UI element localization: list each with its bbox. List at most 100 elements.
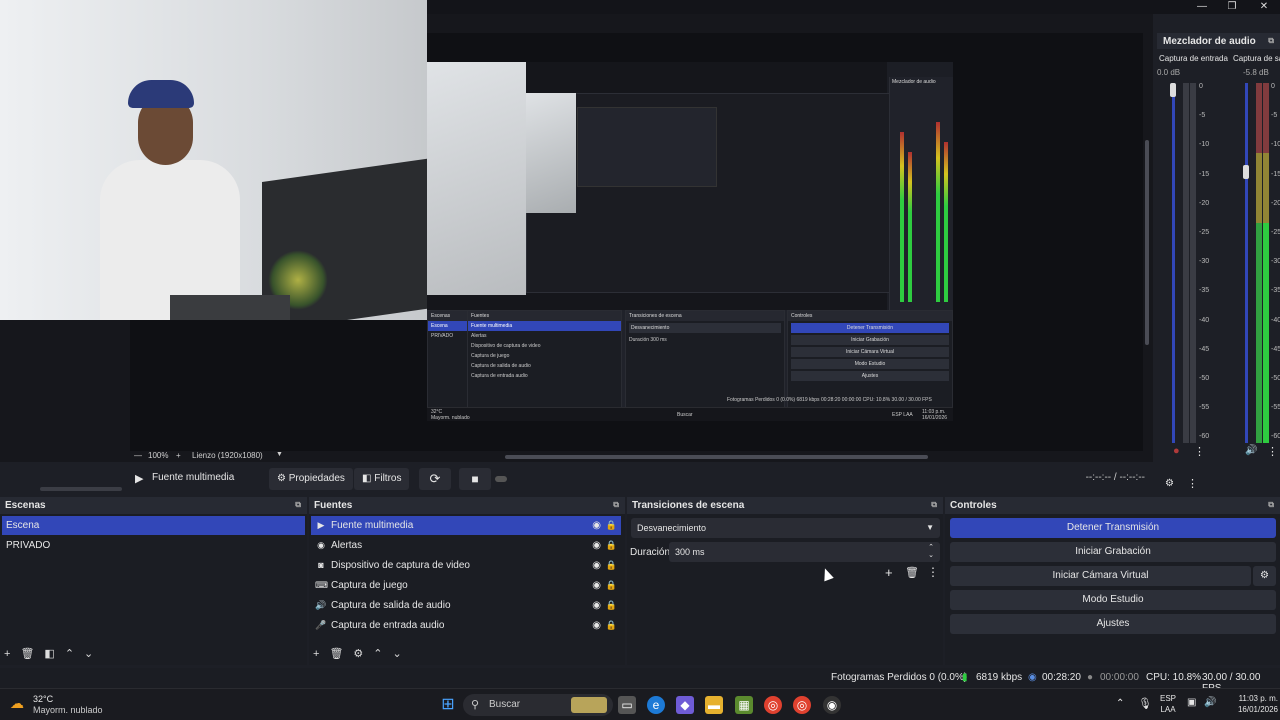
chevron-down-icon[interactable]: ⌄	[928, 546, 934, 566]
clock-time[interactable]: 11:03 p. m.	[1222, 694, 1278, 703]
taskbar-search[interactable]: ⚲ Buscar	[463, 694, 613, 716]
minecraft-icon[interactable]: ▦	[735, 696, 753, 714]
add-icon[interactable]: +	[4, 648, 10, 660]
undock-icon[interactable]: ⧉	[295, 500, 301, 510]
filter-icon[interactable]: ◧	[44, 648, 54, 660]
source-item[interactable]: ▶ Fuente multimedia ◉ 🔒	[311, 516, 621, 535]
preview-vscrollbar[interactable]	[1145, 140, 1149, 345]
visibility-eye-icon[interactable]: ◉	[592, 536, 601, 555]
task-view-icon[interactable]: ▭	[618, 696, 636, 714]
mute-icon[interactable]: ●	[1173, 445, 1180, 457]
weather-temp[interactable]: 32°C	[33, 694, 53, 704]
meter-tick-label: -5	[1199, 112, 1206, 120]
minimize-button[interactable]: —	[1186, 0, 1218, 14]
lock-icon[interactable]: 🔒	[606, 596, 617, 615]
virtual-camera-settings-button[interactable]: ⚙	[1253, 566, 1276, 586]
mixer-ch1-fader-handle[interactable]	[1170, 83, 1176, 97]
meter-tick-label: -5	[1271, 112, 1278, 120]
source-item[interactable]: 🎤 Captura de entrada audio ◉ 🔒	[311, 616, 621, 635]
source-item[interactable]: ⌨ Captura de juego ◉ 🔒	[311, 576, 621, 595]
lock-icon[interactable]: 🔒	[606, 616, 617, 635]
weather-icon[interactable]: ☁	[10, 695, 24, 712]
chevron-down-icon[interactable]: ⌄	[393, 648, 402, 660]
restart-media-button[interactable]: ⟳	[419, 468, 451, 490]
media-seek-slider[interactable]	[495, 476, 507, 482]
lock-icon[interactable]: 🔒	[606, 576, 617, 595]
chrome-icon[interactable]: ◎	[764, 696, 782, 714]
settings-button[interactable]: Ajustes	[950, 614, 1276, 634]
filters-button[interactable]: ◧ Filtros	[354, 468, 410, 490]
add-icon[interactable]: +	[885, 565, 893, 580]
chevron-down-icon[interactable]: ⌄	[84, 648, 93, 660]
studio-mode-button[interactable]: Modo Estudio	[950, 590, 1276, 610]
preview-hscrollbar[interactable]	[505, 455, 928, 459]
chrome-icon-2[interactable]: ◎	[793, 696, 811, 714]
more-vert-icon[interactable]: ⋮	[1194, 445, 1205, 458]
trash-icon[interactable]: 🗑	[905, 566, 919, 579]
copilot-icon[interactable]: ◆	[676, 696, 694, 714]
speaker-icon[interactable]: 🔊	[1245, 445, 1257, 456]
taskbar-search-text: Buscar	[489, 699, 521, 710]
lock-icon[interactable]: 🔒	[606, 536, 617, 555]
stop-media-button[interactable]: ■	[459, 468, 491, 490]
network-icon[interactable]: ▣	[1187, 697, 1196, 708]
sources-dock: Fuentes ⧉ ▶ Fuente multimedia ◉ 🔒 ◉ Alertas ◉ 🔒 ◙…	[309, 497, 625, 665]
file-explorer-icon[interactable]: ▬	[705, 696, 723, 714]
mixer-ch1-fader-track[interactable]	[1172, 83, 1175, 443]
source-item[interactable]: ◉ Alertas ◉ 🔒	[311, 536, 621, 555]
undock-icon[interactable]: ⧉	[931, 500, 937, 510]
visibility-eye-icon[interactable]: ◉	[592, 556, 601, 575]
mixer-ch2-fader-handle[interactable]	[1243, 165, 1249, 179]
add-icon[interactable]: +	[313, 648, 319, 660]
more-vert-icon[interactable]: ⋮	[927, 565, 939, 579]
weather-desc[interactable]: Mayorm. nublado	[33, 705, 103, 715]
visibility-eye-icon[interactable]: ◉	[592, 596, 601, 615]
nested-ctrl-1: Iniciar Grabación	[791, 335, 949, 345]
obs-icon[interactable]: ◉	[823, 696, 841, 714]
nested-weather-desc: Mayorm. nublado	[431, 415, 470, 421]
edge-icon[interactable]: e	[647, 696, 665, 714]
windows-start-icon[interactable]: ⊞	[439, 696, 457, 714]
undock-icon[interactable]: ⧉	[1268, 36, 1274, 46]
start-virtual-camera-button[interactable]: Iniciar Cámara Virtual	[950, 566, 1251, 586]
stop-streaming-button[interactable]: Detener Transmisión	[950, 518, 1276, 538]
duration-spinbox[interactable]: 300 ms ⌃ ⌄	[669, 542, 940, 562]
language-bottom[interactable]: LAA	[1158, 705, 1178, 714]
more-vert-icon[interactable]: ⋮	[1267, 445, 1278, 458]
microphone-icon[interactable]: 🎙	[1138, 697, 1152, 710]
start-recording-button[interactable]: Iniciar Grabación	[950, 542, 1276, 562]
play-icon[interactable]: ▶	[135, 472, 143, 485]
visibility-eye-icon[interactable]: ◉	[592, 616, 601, 635]
meter-tick-label: -55	[1271, 404, 1280, 412]
transition-select[interactable]: Desvanecimiento ▼	[631, 518, 940, 538]
source-item[interactable]: 🔊 Captura de salida de audio ◉ 🔒	[311, 596, 621, 615]
zoom-in-button[interactable]: +	[176, 451, 181, 460]
chevron-down-icon[interactable]: ▼	[276, 451, 283, 458]
zoom-out-button[interactable]: —	[134, 451, 142, 460]
scene-item[interactable]: PRIVADO	[2, 536, 305, 555]
more-vert-icon[interactable]: ⋮	[1187, 477, 1198, 490]
language-top[interactable]: ESP	[1158, 694, 1178, 703]
trash-icon[interactable]: 🗑	[20, 648, 34, 660]
lock-icon[interactable]: 🔒	[606, 556, 617, 575]
scene-item[interactable]: Escena	[2, 516, 305, 535]
maximize-button[interactable]: ❐	[1216, 0, 1248, 14]
chevron-up-icon[interactable]: ⌃	[65, 648, 74, 660]
chevron-up-icon[interactable]: ⌃	[373, 648, 382, 660]
left-scrollbar[interactable]	[40, 487, 122, 491]
mixer-ch2-fader-track[interactable]	[1245, 83, 1248, 443]
gear-icon[interactable]: ⚙	[353, 648, 363, 660]
undock-icon[interactable]: ⧉	[1268, 500, 1274, 510]
undock-icon[interactable]: ⧉	[613, 500, 619, 510]
clock-date[interactable]: 16/01/2026	[1222, 705, 1278, 714]
chevron-up-icon[interactable]: ⌃	[1116, 698, 1124, 709]
lock-icon[interactable]: 🔒	[606, 516, 617, 535]
properties-button[interactable]: ⚙ Propiedades	[269, 468, 353, 490]
source-item[interactable]: ◙ Dispositivo de captura de video ◉ 🔒	[311, 556, 621, 575]
visibility-eye-icon[interactable]: ◉	[592, 576, 601, 595]
trash-icon[interactable]: 🗑	[329, 648, 343, 660]
close-button[interactable]: ✕	[1248, 0, 1280, 14]
visibility-eye-icon[interactable]: ◉	[592, 516, 601, 535]
mixer-settings-icon[interactable]: ⚙	[1165, 478, 1174, 489]
volume-icon[interactable]: 🔊	[1204, 697, 1216, 708]
